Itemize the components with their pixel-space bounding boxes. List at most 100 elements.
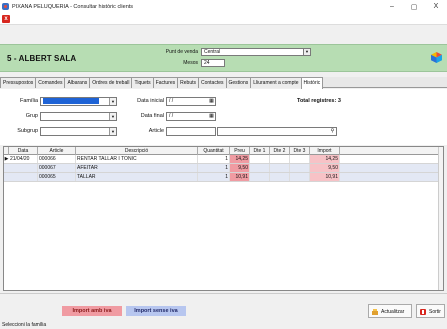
cell-dte2: [270, 155, 290, 163]
status-bar: Seleccioni la família: [0, 322, 447, 329]
cell-date: 21/04/20: [9, 155, 38, 163]
data-inicial-label: Data inicial: [137, 98, 164, 104]
col-quantitat[interactable]: Quantitat: [198, 147, 230, 155]
cell-article: 000066: [38, 155, 76, 163]
cell-description: RENTAR TALLAR I TONIC: [76, 155, 198, 163]
refresh-button[interactable]: Actualitzar: [368, 304, 412, 318]
data-inicial-input[interactable]: / / ▦: [166, 97, 216, 106]
grup-select[interactable]: ▼: [40, 112, 117, 121]
tab-pressupostos[interactable]: Pressupostos: [0, 77, 37, 88]
subgrup-select[interactable]: ▼: [40, 127, 117, 136]
col-dte2[interactable]: Dte 2: [270, 147, 290, 155]
data-inicial-value: / /: [169, 98, 174, 104]
cell-description: TALLAR: [76, 173, 198, 181]
binoculars-search-icon[interactable]: ⚲: [329, 128, 336, 135]
col-import[interactable]: Import: [310, 147, 340, 155]
legend-without-vat: Import sense iva: [126, 306, 186, 316]
chevron-down-icon[interactable]: ▼: [109, 98, 116, 105]
filter-panel: Família ▼ Grup ▼ Subgrup ▼ Data inicial …: [0, 89, 447, 145]
punt-venda-label: Punt de venda: [165, 49, 198, 55]
window-controls: – ▢ X: [381, 0, 447, 13]
client-name: 5 - ALBERT SALA: [7, 54, 77, 63]
maximize-button[interactable]: ▢: [403, 0, 425, 13]
exit-icon: [420, 309, 426, 315]
col-data[interactable]: Data: [9, 147, 38, 155]
tab-contactes[interactable]: Contactes: [197, 77, 227, 88]
calendar-icon[interactable]: ▦: [208, 113, 215, 120]
mesos-label: Mesos: [183, 60, 198, 66]
article-code-input[interactable]: [166, 127, 216, 136]
cell-dte1: [250, 173, 270, 181]
cell-price: 10,91: [230, 173, 250, 181]
tab-albarans[interactable]: Albarans: [64, 77, 91, 88]
data-final-value: / /: [169, 113, 174, 119]
cell-quantity: 1: [198, 164, 230, 172]
window-titlebar: PIXANA PELUQUERIA - Consultar històric c…: [0, 0, 447, 13]
punt-venda-select[interactable]: Central ▼: [201, 48, 311, 56]
brand-logo-icon: [431, 52, 442, 63]
data-final-input[interactable]: / / ▦: [166, 112, 216, 121]
col-dte3[interactable]: Dte 3: [290, 147, 310, 155]
minimize-button[interactable]: –: [381, 0, 403, 13]
app-icon: [2, 3, 9, 10]
toolbar: x: [0, 13, 447, 25]
chevron-down-icon[interactable]: ▼: [109, 113, 116, 120]
familia-select[interactable]: ▼: [40, 97, 117, 106]
data-final-label: Data final: [140, 113, 164, 119]
table-row[interactable]: 000065 TALLAR 1 10,91 10,91: [4, 173, 443, 182]
col-article[interactable]: Article: [38, 147, 76, 155]
table-row[interactable]: 000067 AFEITAR 1 9,50 9,50: [4, 164, 443, 173]
cell-dte1: [250, 164, 270, 172]
exit-label: Sortir: [429, 309, 441, 315]
cell-dte3: [290, 173, 310, 181]
cell-import: 14,25: [310, 155, 340, 163]
chevron-down-icon[interactable]: ▼: [303, 49, 310, 55]
subgrup-label: Subgrup: [17, 128, 38, 134]
col-preu[interactable]: Preu: [230, 147, 250, 155]
article-label: Article: [148, 128, 164, 134]
tab-strip: Pressupostos Comandes Albarans Ordres de…: [0, 77, 447, 89]
calendar-icon[interactable]: ▦: [208, 98, 215, 105]
close-window-button[interactable]: X: [425, 0, 447, 13]
mesos-input[interactable]: 24: [201, 59, 225, 67]
cell-description: AFEITAR: [76, 164, 198, 172]
cell-price: 9,50: [230, 164, 250, 172]
tab-ordres-treball[interactable]: Ordres de treball: [89, 77, 133, 88]
exit-button[interactable]: Sortir: [416, 304, 445, 318]
tab-historic[interactable]: Històric: [300, 77, 324, 89]
vertical-scrollbar[interactable]: [438, 147, 443, 290]
table-row[interactable]: ▶ 21/04/20 000066 RENTAR TALLAR I TONIC …: [4, 155, 443, 164]
tab-rebuts[interactable]: Rebuts: [177, 77, 199, 88]
total-records: Total registres: 3: [297, 98, 341, 104]
tab-comandes[interactable]: Comandes: [35, 77, 66, 88]
cell-dte3: [290, 164, 310, 172]
legend-with-vat: Import amb iva: [62, 306, 122, 316]
cell-dte2: [270, 164, 290, 172]
cell-quantity: 1: [198, 173, 230, 181]
table-header: Data Article Descripció Quantitat Preu D…: [4, 147, 443, 155]
familia-label: Família: [19, 98, 38, 104]
bottom-bar: Import amb iva Import sense iva Actualit…: [0, 293, 447, 321]
tab-lliurament[interactable]: Lliurament a compte: [250, 77, 302, 88]
cell-date: [9, 164, 38, 172]
cell-article: 000065: [38, 173, 76, 181]
window-title: PIXANA PELUQUERIA - Consultar històric c…: [12, 3, 134, 10]
grup-label: Grup: [25, 113, 38, 119]
refresh-label: Actualitzar: [381, 309, 405, 315]
tab-tiquets[interactable]: Tiquets: [131, 77, 154, 88]
cell-import: 10,91: [310, 173, 340, 181]
tab-gestions[interactable]: Gestions: [225, 77, 252, 88]
close-icon[interactable]: x: [2, 15, 10, 23]
cell-dte3: [290, 155, 310, 163]
tab-factures[interactable]: Factures: [152, 77, 179, 88]
cell-date: [9, 173, 38, 181]
article-desc-input[interactable]: ⚲: [217, 127, 337, 136]
history-table: Data Article Descripció Quantitat Preu D…: [3, 146, 444, 291]
chevron-down-icon[interactable]: ▼: [109, 128, 116, 135]
col-descripcio[interactable]: Descripció: [76, 147, 198, 155]
refresh-icon: [372, 309, 378, 315]
cell-price: 14,25: [230, 155, 250, 163]
punt-venda-value: Central: [204, 49, 221, 55]
col-dte1[interactable]: Dte 1: [250, 147, 270, 155]
cell-dte1: [250, 155, 270, 163]
